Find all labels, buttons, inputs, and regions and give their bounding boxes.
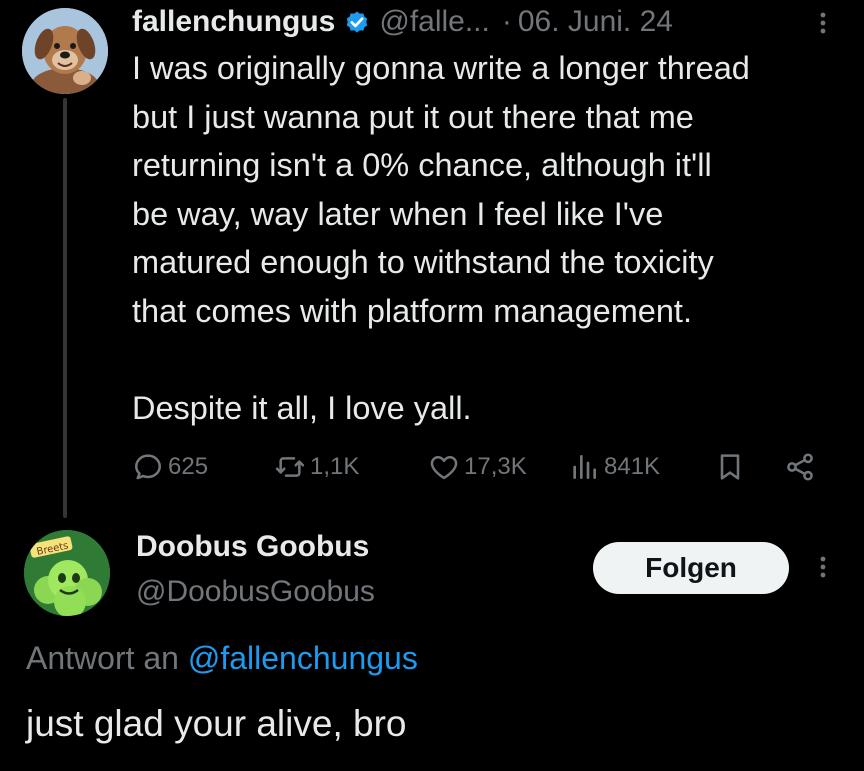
bookmark-button[interactable] bbox=[714, 447, 750, 487]
avatar-doobusgoobus[interactable]: Breets bbox=[24, 530, 110, 616]
more-options-icon[interactable] bbox=[810, 552, 836, 582]
follow-button[interactable]: Folgen bbox=[593, 542, 789, 594]
reply-to-mention-link[interactable]: @fallenchungus bbox=[188, 640, 418, 676]
views-count: 841K bbox=[604, 453, 661, 480]
tweet-text: I was originally gonna write a longer th… bbox=[132, 50, 750, 426]
like-button[interactable]: 17,3K bbox=[428, 447, 527, 487]
tweet-header: fallenchungus @falle... · 06. Juni. 24 bbox=[132, 0, 832, 44]
repost-count: 1,1K bbox=[310, 453, 360, 480]
reply-text: just glad your alive, bro bbox=[26, 703, 407, 744]
separator-dot: · bbox=[501, 5, 512, 38]
author-display-name[interactable]: fallenchungus bbox=[132, 5, 335, 39]
cartoon-avatar-image: Breets bbox=[24, 530, 110, 616]
tweet-date[interactable]: 06. Juni. 24 bbox=[518, 5, 673, 39]
repost-icon bbox=[275, 457, 305, 477]
thread-connector-line bbox=[63, 98, 67, 518]
reply-author-handle[interactable]: @DoobusGoobus bbox=[136, 575, 375, 609]
tweet-action-bar: 625 1,1K 17,3K 841K bbox=[132, 447, 832, 487]
reply-button[interactable]: 625 bbox=[132, 447, 208, 487]
more-options-icon[interactable] bbox=[810, 8, 836, 38]
like-icon bbox=[430, 456, 458, 480]
bookmark-icon bbox=[720, 454, 740, 480]
author-handle[interactable]: @falle... bbox=[379, 5, 490, 39]
repost-button[interactable]: 1,1K bbox=[274, 447, 359, 487]
verified-badge-icon bbox=[343, 8, 371, 36]
reply-icon bbox=[135, 454, 162, 480]
views-icon bbox=[573, 455, 596, 479]
share-button[interactable] bbox=[784, 447, 820, 487]
reply-context: Antwort an @fallenchungus bbox=[26, 640, 418, 677]
share-icon bbox=[787, 453, 813, 481]
dog-avatar-image bbox=[22, 8, 108, 94]
avatar-fallenchungus[interactable] bbox=[22, 8, 108, 94]
like-count: 17,3K bbox=[464, 453, 527, 480]
views-button[interactable]: 841K bbox=[568, 447, 660, 487]
reply-author-display-name[interactable]: Doobus Goobus bbox=[136, 530, 369, 564]
reply-to-label: Antwort an bbox=[26, 640, 179, 676]
reply-count: 625 bbox=[168, 453, 209, 480]
